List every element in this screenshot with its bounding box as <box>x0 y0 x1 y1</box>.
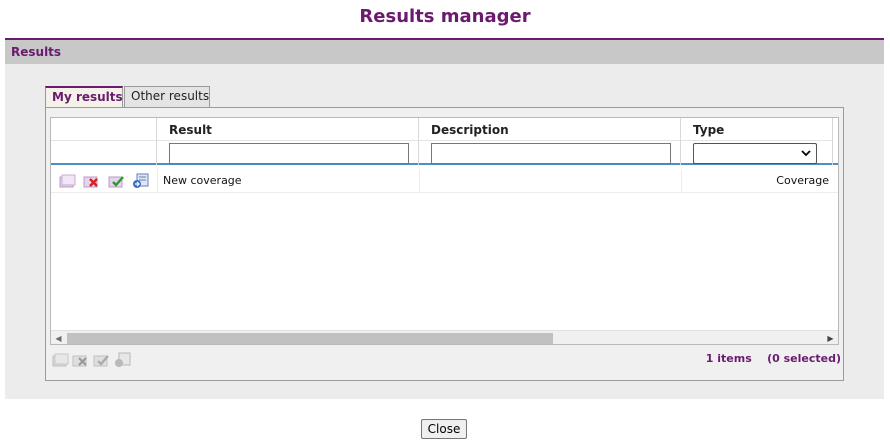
column-header-type[interactable]: Type <box>693 123 724 137</box>
chevron-down-icon <box>801 150 811 157</box>
scrollbar-thumb[interactable] <box>67 333 553 344</box>
header-divider <box>157 140 418 141</box>
apply-icon[interactable] <box>108 173 125 189</box>
column-header-result[interactable]: Result <box>169 123 212 137</box>
table-row[interactable]: New coverage Coverage <box>51 169 838 193</box>
column-type: Type <box>681 118 833 165</box>
open-icon[interactable] <box>52 352 69 368</box>
type-filter-select[interactable] <box>693 143 817 164</box>
export-icon[interactable] <box>114 352 131 368</box>
column-result: Result <box>157 118 419 165</box>
cell-divider <box>157 169 158 193</box>
column-description: Description <box>419 118 681 165</box>
header-divider <box>419 140 680 141</box>
description-filter-input[interactable] <box>431 143 671 164</box>
scroll-left-icon[interactable]: ◀ <box>51 331 66 344</box>
tab-content: Result Description Type New coverage Cov… <box>45 107 844 381</box>
type-cell: Coverage <box>776 174 829 187</box>
open-icon[interactable] <box>59 173 76 189</box>
result-cell: New coverage <box>163 174 242 187</box>
delete-icon[interactable] <box>72 352 89 368</box>
panel-header: Results <box>5 40 884 64</box>
cell-divider <box>419 169 420 193</box>
selected-count: (0 selected) <box>767 352 841 365</box>
header-divider <box>51 140 156 141</box>
header-divider <box>681 140 832 141</box>
results-grid: Result Description Type New coverage Cov… <box>50 117 839 345</box>
export-icon[interactable] <box>132 173 149 189</box>
results-panel: Results My results Other results Result … <box>5 38 884 399</box>
page-title: Results manager <box>359 6 531 27</box>
items-count: 1 items <box>705 352 752 365</box>
result-filter-input[interactable] <box>169 143 409 164</box>
selection-status: 1 items (0 selected) <box>706 352 841 365</box>
close-button[interactable]: Close <box>421 419 467 439</box>
apply-icon[interactable] <box>93 352 110 368</box>
grid-header: Result Description Type <box>51 118 838 165</box>
column-actions <box>51 118 157 165</box>
delete-icon[interactable] <box>83 173 100 189</box>
tab-other-results[interactable]: Other results <box>124 86 210 107</box>
tab-my-results[interactable]: My results <box>45 86 123 108</box>
scroll-right-icon[interactable]: ▶ <box>823 331 838 344</box>
horizontal-scrollbar[interactable]: ◀ ▶ <box>51 330 838 344</box>
column-header-description[interactable]: Description <box>431 123 509 137</box>
